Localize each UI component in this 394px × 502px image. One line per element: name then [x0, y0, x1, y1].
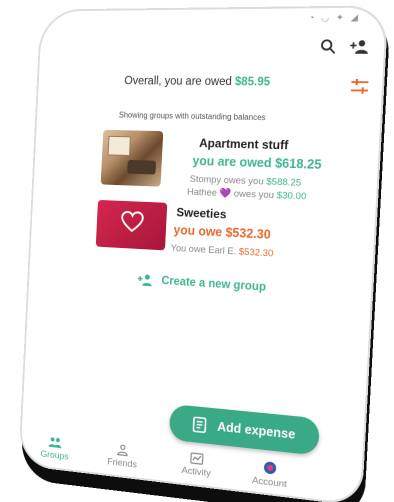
- detail-text: Hathee: [186, 186, 218, 199]
- receipt-icon: [191, 416, 207, 434]
- group-thumbnail-heart: [95, 199, 168, 251]
- filter-note: Showing groups with outstanding balances: [118, 110, 266, 123]
- detail-amount: $532.30: [238, 246, 274, 260]
- phone-screen: ◔ ◡ ✦ ◢ Overall, you are owed $85.95 Sho…: [18, 5, 389, 502]
- detail-text: Stompy owes you: [189, 173, 264, 188]
- status-bar-icons: ◔ ◡ ✦ ◢: [308, 11, 361, 23]
- create-group-label: Create a new group: [161, 275, 267, 294]
- tab-label: Friends: [107, 456, 138, 471]
- tab-activity[interactable]: Activity: [167, 449, 226, 481]
- screenshot-stage: ◔ ◡ ✦ ◢ Overall, you are owed $85.95 Sho…: [0, 0, 394, 502]
- detail-amount: $30.00: [276, 190, 307, 203]
- app-top-bar: [38, 29, 388, 67]
- group-balance-status: you owe $532.30: [173, 223, 272, 242]
- overall-balance-prefix: Overall, you are owed: [124, 75, 233, 89]
- tab-label: Account: [251, 475, 288, 491]
- purple-heart-emoji: 💜: [219, 187, 232, 200]
- detail-amount: $588.25: [266, 176, 302, 189]
- tab-account[interactable]: Account: [239, 457, 301, 491]
- group-detail-line: Hathee 💜 owes you $30.00: [187, 187, 307, 203]
- filter-icon[interactable]: [347, 75, 372, 98]
- create-group-button[interactable]: Create a new group: [137, 273, 267, 295]
- friends-icon: [117, 444, 129, 457]
- group-detail-line: You owe Earl E. $532.30: [170, 243, 273, 260]
- tab-friends[interactable]: Friends: [94, 441, 151, 472]
- search-icon[interactable]: [316, 35, 340, 58]
- group-name: Sweeties: [176, 205, 227, 222]
- account-avatar-icon: [263, 461, 277, 475]
- overall-balance: Overall, you are owed $85.95: [124, 75, 270, 88]
- overall-balance-amount: $85.95: [234, 76, 271, 89]
- add-expense-label: Add expense: [216, 419, 296, 442]
- tab-label: Activity: [181, 464, 212, 480]
- add-group-icon: [137, 273, 152, 287]
- heart-icon: [121, 211, 145, 234]
- activity-icon: [190, 452, 203, 464]
- tab-label: Groups: [40, 448, 69, 463]
- groups-icon: [48, 437, 62, 449]
- detail-text-2: owes you: [233, 188, 275, 202]
- detail-text: You owe Earl E.: [170, 242, 237, 258]
- group-thumbnail-image: [100, 129, 164, 187]
- group-name: Apartment stuff: [198, 135, 289, 153]
- add-friend-icon[interactable]: [347, 35, 372, 58]
- group-balance-status: you are owed $618.25: [192, 153, 322, 172]
- tab-groups[interactable]: Groups: [28, 434, 83, 464]
